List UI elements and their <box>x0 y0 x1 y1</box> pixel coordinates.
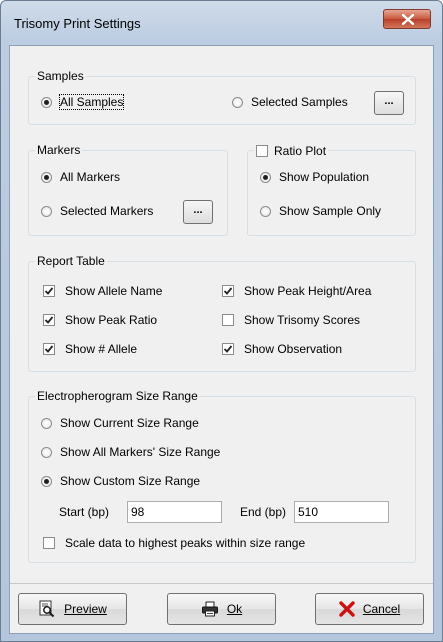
checkbox-indicator <box>43 343 55 355</box>
show-trisomy-scores-label: Show Trisomy Scores <box>244 313 361 327</box>
current-size-range-label: Show Current Size Range <box>60 416 199 430</box>
radio-indicator <box>41 475 52 487</box>
all-markers-size-range-label: Show All Markers' Size Range <box>60 445 221 459</box>
samples-group: Samples All Samples Selected Samples ... <box>28 68 416 125</box>
checkbox-show-allele-name[interactable]: Show Allele Name <box>43 283 162 299</box>
report-table-group: Report Table Show Allele Name Show Peak … <box>28 253 416 372</box>
radio-show-population[interactable]: Show Population <box>260 169 369 185</box>
start-bp-label: Start (bp) <box>59 505 110 519</box>
show-peak-height-area-label: Show Peak Height/Area <box>244 284 372 298</box>
checkbox-scale-to-peaks[interactable]: Scale data to highest peaks within size … <box>43 535 305 551</box>
checkbox-indicator <box>43 314 55 326</box>
dialog-window: Trisomy Print Settings Samples All Sampl… <box>0 0 443 642</box>
radio-indicator <box>41 446 52 458</box>
selected-samples-label: Selected Samples <box>251 95 348 109</box>
show-allele-name-label: Show Allele Name <box>65 284 163 298</box>
browse-samples-button[interactable]: ... <box>374 91 404 115</box>
checkmark-icon <box>44 287 54 295</box>
markers-group: Markers All Markers Selected Markers ... <box>28 142 228 236</box>
checkbox-indicator <box>222 314 234 326</box>
window-title: Trisomy Print Settings <box>14 16 141 31</box>
ratio-plot-checkbox[interactable]: Ratio Plot <box>254 143 329 159</box>
preview-button[interactable]: Preview <box>18 593 127 625</box>
show-sample-only-label: Show Sample Only <box>279 204 382 218</box>
radio-all-markers-size-range[interactable]: Show All Markers' Size Range <box>41 444 220 460</box>
ok-label: Ok <box>226 602 243 616</box>
button-bar: Preview Ok Cancel <box>10 583 433 634</box>
cancel-icon <box>339 601 355 617</box>
end-bp-input[interactable]: 510 <box>294 501 389 523</box>
checkbox-show-trisomy-scores[interactable]: Show Trisomy Scores <box>222 312 360 328</box>
dialog-client: Samples All Samples Selected Samples ...… <box>9 45 434 634</box>
checkbox-show-peak-ratio[interactable]: Show Peak Ratio <box>43 312 157 328</box>
printer-icon <box>201 601 219 617</box>
browse-markers-button[interactable]: ... <box>183 200 213 224</box>
ratio-plot-label: Ratio Plot <box>274 144 327 158</box>
start-bp-input[interactable]: 98 <box>127 501 222 523</box>
selected-markers-label: Selected Markers <box>60 204 154 218</box>
end-bp-label: End (bp) <box>240 505 287 519</box>
all-samples-label: All Samples <box>58 94 125 110</box>
checkmark-icon <box>44 316 54 324</box>
radio-selected-markers[interactable]: Selected Markers <box>41 203 153 219</box>
checkbox-show-observation[interactable]: Show Observation <box>222 341 342 357</box>
radio-indicator <box>260 205 271 217</box>
cancel-label: Cancel <box>362 602 401 616</box>
radio-selected-samples[interactable]: Selected Samples <box>232 94 348 110</box>
show-allele-count-label: Show # Allele <box>65 342 138 356</box>
size-range-group: Electropherogram Size Range Show Current… <box>28 388 416 563</box>
scale-to-peaks-label: Scale data to highest peaks within size … <box>65 536 306 550</box>
show-population-label: Show Population <box>279 170 370 184</box>
radio-indicator <box>41 96 52 108</box>
checkmark-icon <box>223 287 233 295</box>
preview-icon <box>38 600 56 618</box>
checkbox-indicator <box>43 537 55 549</box>
samples-legend: Samples <box>35 68 86 84</box>
radio-all-samples[interactable]: All Samples <box>41 94 125 110</box>
radio-indicator <box>41 417 52 429</box>
report-table-legend: Report Table <box>35 253 107 269</box>
ok-button[interactable]: Ok <box>167 593 276 625</box>
radio-indicator <box>232 96 243 108</box>
all-markers-label: All Markers <box>60 170 121 184</box>
preview-label: Preview <box>64 602 107 616</box>
checkmark-icon <box>223 345 233 353</box>
radio-indicator <box>41 205 52 217</box>
checkbox-indicator <box>43 285 55 297</box>
show-observation-label: Show Observation <box>244 342 343 356</box>
radio-all-markers[interactable]: All Markers <box>41 169 120 185</box>
close-icon <box>402 14 414 25</box>
checkmark-icon <box>44 345 54 353</box>
checkbox-indicator <box>222 343 234 355</box>
custom-size-range-label: Show Custom Size Range <box>60 474 201 488</box>
radio-indicator <box>41 171 52 183</box>
checkbox-show-peak-height-area[interactable]: Show Peak Height/Area <box>222 283 371 299</box>
checkbox-indicator <box>222 285 234 297</box>
markers-legend: Markers <box>35 142 83 158</box>
radio-show-sample-only[interactable]: Show Sample Only <box>260 203 381 219</box>
checkbox-show-allele-count[interactable]: Show # Allele <box>43 341 137 357</box>
radio-custom-size-range[interactable]: Show Custom Size Range <box>41 473 200 489</box>
cancel-button[interactable]: Cancel <box>315 593 424 625</box>
ratio-plot-group: Ratio Plot Show Population Show Sample O… <box>247 143 416 236</box>
checkbox-indicator <box>256 145 268 157</box>
show-peak-ratio-label: Show Peak Ratio <box>65 313 158 327</box>
close-button[interactable] <box>383 9 431 29</box>
radio-indicator <box>260 171 271 183</box>
size-range-legend: Electropherogram Size Range <box>35 388 200 404</box>
radio-current-size-range[interactable]: Show Current Size Range <box>41 415 199 431</box>
